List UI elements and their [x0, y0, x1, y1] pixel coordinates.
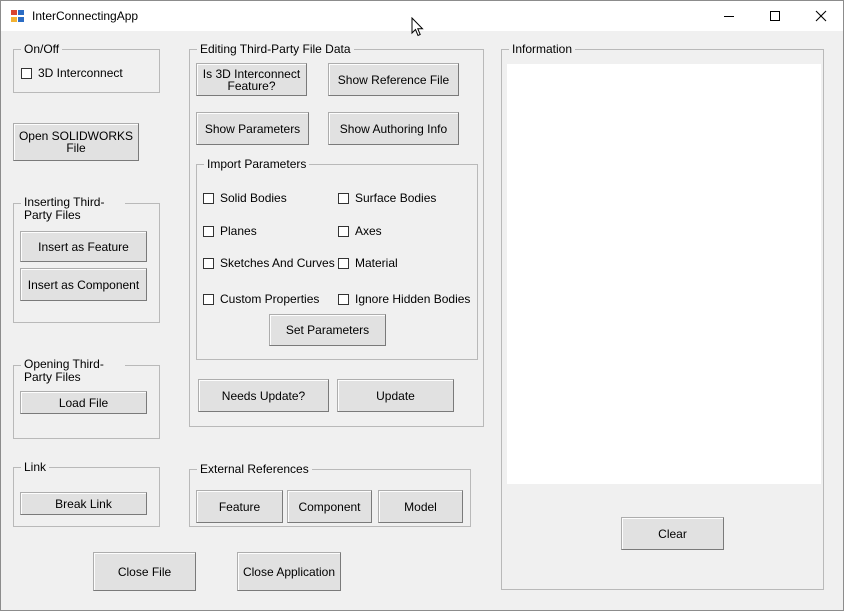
close-window-button[interactable] — [798, 1, 843, 31]
minimize-icon — [724, 16, 734, 17]
planes-label: Planes — [220, 224, 257, 238]
onoff-group: On/Off 3D Interconnect — [13, 42, 160, 93]
editing-legend: Editing Third-Party File Data — [197, 42, 354, 56]
information-legend: Information — [509, 42, 576, 56]
external-references-legend: External References — [197, 462, 312, 476]
insert-as-feature-button[interactable]: Insert as Feature — [20, 231, 147, 262]
ignore-hidden-bodies-label: Ignore Hidden Bodies — [355, 292, 471, 306]
material-checkbox[interactable]: Material — [338, 256, 398, 270]
sketches-and-curves-checkbox[interactable]: Sketches And Curves — [203, 256, 335, 270]
material-label: Material — [355, 256, 398, 270]
show-parameters-button[interactable]: Show Parameters — [196, 112, 309, 145]
opening-group: Opening Third-Party Files Load File — [13, 358, 160, 439]
information-group: Information Clear — [501, 42, 824, 590]
is-3d-interconnect-feature-button[interactable]: Is 3D Interconnect Feature? — [196, 63, 307, 96]
break-link-button[interactable]: Break Link — [20, 492, 147, 515]
feature-reference-button[interactable]: Feature — [196, 490, 283, 523]
solid-bodies-checkbox[interactable]: Solid Bodies — [203, 191, 287, 205]
sketches-and-curves-label: Sketches And Curves — [220, 256, 335, 270]
window-title: InterConnectingApp — [32, 9, 139, 23]
clear-button[interactable]: Clear — [621, 517, 724, 550]
3d-interconnect-label: 3D Interconnect — [38, 66, 123, 80]
solid-bodies-label: Solid Bodies — [220, 191, 287, 205]
component-reference-button[interactable]: Component — [287, 490, 372, 523]
title-bar[interactable]: InterConnectingApp — [1, 1, 843, 37]
custom-properties-label: Custom Properties — [220, 292, 320, 306]
open-solidworks-file-button[interactable]: Open SOLIDWORKS File — [13, 123, 139, 161]
close-file-button[interactable]: Close File — [93, 552, 196, 591]
app-window: InterConnectingApp On/Off 3D Interconnec… — [0, 0, 844, 611]
external-references-group: External References Feature Component Mo… — [189, 462, 471, 527]
close-icon — [815, 10, 827, 22]
update-button[interactable]: Update — [337, 379, 454, 412]
link-legend: Link — [21, 460, 50, 474]
import-parameters-group: Import Parameters Solid Bodies Surface B… — [196, 157, 478, 360]
model-reference-button[interactable]: Model — [378, 490, 463, 523]
link-group: Link Break Link — [13, 460, 160, 527]
maximize-button[interactable] — [752, 1, 798, 31]
mouse-cursor-icon — [411, 17, 424, 37]
custom-properties-checkbox[interactable]: Custom Properties — [203, 292, 319, 306]
show-reference-file-button[interactable]: Show Reference File — [328, 63, 459, 96]
information-textbox[interactable] — [507, 64, 821, 484]
minimize-button[interactable] — [706, 1, 752, 31]
insert-as-component-button[interactable]: Insert as Component — [20, 268, 147, 301]
planes-checkbox[interactable]: Planes — [203, 224, 257, 238]
show-authoring-info-button[interactable]: Show Authoring Info — [328, 112, 459, 145]
close-application-button[interactable]: Close Application — [237, 552, 341, 591]
import-legend: Import Parameters — [204, 157, 310, 171]
opening-legend: Opening Third-Party Files — [21, 358, 125, 384]
editing-group: Editing Third-Party File Data Is 3D Inte… — [189, 42, 484, 427]
axes-checkbox[interactable]: Axes — [338, 224, 382, 238]
3d-interconnect-checkbox[interactable]: 3D Interconnect — [21, 66, 123, 80]
surface-bodies-label: Surface Bodies — [355, 191, 437, 205]
inserting-legend: Inserting Third-Party Files — [21, 196, 125, 222]
onoff-legend: On/Off — [21, 42, 63, 56]
surface-bodies-checkbox[interactable]: Surface Bodies — [338, 191, 436, 205]
needs-update-button[interactable]: Needs Update? — [198, 379, 329, 412]
set-parameters-button[interactable]: Set Parameters — [269, 314, 386, 346]
ignore-hidden-bodies-checkbox[interactable]: Ignore Hidden Bodies — [338, 292, 470, 306]
maximize-icon — [770, 11, 780, 21]
axes-label: Axes — [355, 224, 382, 238]
app-icon — [11, 10, 25, 23]
inserting-group: Inserting Third-Party Files Insert as Fe… — [13, 196, 160, 323]
load-file-button[interactable]: Load File — [20, 391, 147, 414]
